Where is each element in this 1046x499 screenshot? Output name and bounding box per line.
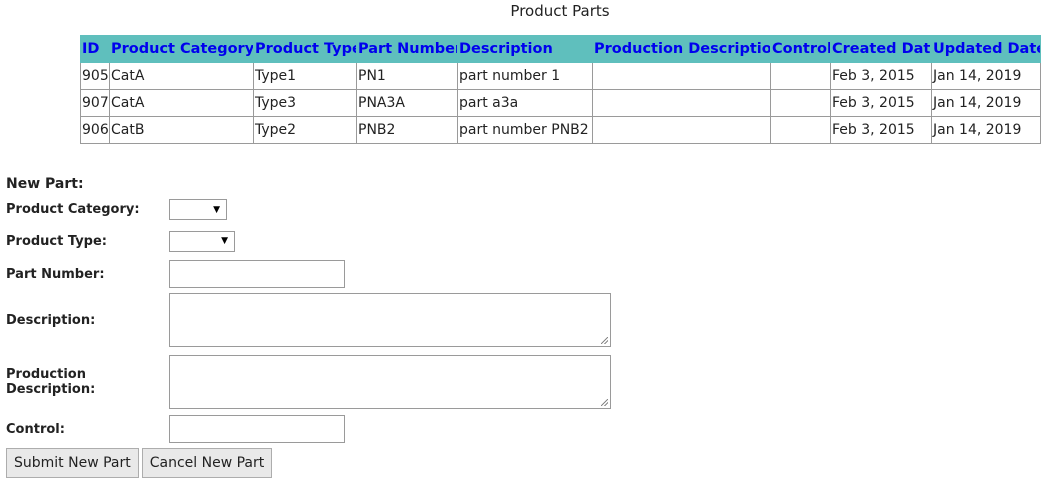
column-header-label: Description (459, 41, 553, 57)
part-number-label: Part Number: (6, 266, 105, 282)
column-header-label: Control (772, 41, 831, 57)
page-title: Product Parts (510, 2, 610, 20)
cancel-new-part-button[interactable]: Cancel New Part (141, 448, 273, 478)
column-header-product-category[interactable]: Product Category↑ (109, 35, 254, 63)
caret-down-icon: ▼ (213, 204, 220, 215)
cell-product-category: CatA (109, 89, 254, 117)
cell-product-category: CatB (109, 116, 254, 144)
product-category-row: Product Category: ▼ (6, 196, 706, 223)
product-category-select[interactable]: ▼ (169, 199, 227, 220)
cell-production-description (592, 116, 771, 144)
form-heading: New Part: (6, 176, 84, 192)
column-header-label: Product Type (255, 41, 357, 57)
submit-new-part-button[interactable]: Submit New Part (6, 448, 139, 478)
cell-updated-date: Jan 14, 2019 (931, 116, 1041, 144)
product-type-label: Product Type: (6, 233, 107, 249)
control-input[interactable] (169, 415, 345, 443)
cell-product-category: CatA (109, 62, 254, 90)
column-header-created-date[interactable]: Created Date (830, 35, 932, 63)
column-header-production-description[interactable]: Production Description (592, 35, 771, 63)
column-header-label: Part Number (358, 41, 458, 57)
part-number-row: Part Number: (6, 259, 706, 289)
cell-part-number: PN1 (356, 62, 458, 90)
cell-updated-date: Jan 14, 2019 (931, 89, 1041, 117)
cell-id: 905 (80, 62, 110, 90)
cell-control (770, 89, 831, 117)
production-description-row: Production Description: (6, 351, 706, 413)
column-header-label: ID (82, 41, 100, 57)
resize-handle-icon[interactable] (601, 337, 608, 344)
cell-control (770, 62, 831, 90)
caret-down-icon: ▼ (221, 236, 228, 246)
table-header-row: ID Product Category↑ Product Type Part N… (80, 35, 1041, 63)
cell-created-date: Feb 3, 2015 (830, 62, 932, 90)
cell-id: 907 (80, 89, 110, 117)
cell-product-type: Type1 (253, 62, 357, 90)
cell-description: part number PNB2 (457, 116, 593, 144)
product-type-select[interactable]: ▼ (169, 230, 235, 252)
production-description-textarea[interactable] (169, 355, 611, 409)
part-number-input[interactable] (169, 260, 345, 288)
description-row: Description: (6, 289, 706, 351)
column-header-label: Product Category (111, 41, 254, 57)
control-row: Control: (6, 413, 706, 445)
cell-updated-date: Jan 14, 2019 (931, 62, 1041, 90)
column-header-id[interactable]: ID (80, 35, 110, 63)
cell-product-type: Type2 (253, 116, 357, 144)
product-parts-table: ID Product Category↑ Product Type Part N… (80, 35, 1041, 144)
cell-description: part a3a (457, 89, 593, 117)
control-label: Control: (6, 421, 65, 437)
column-header-part-number[interactable]: Part Number (356, 35, 458, 63)
table-row[interactable]: 906 CatB Type2 PNB2 part number PNB2 Feb… (80, 116, 1041, 144)
product-category-label: Product Category: (6, 202, 140, 217)
cell-description: part number 1 (457, 62, 593, 90)
resize-handle-icon[interactable] (601, 399, 608, 406)
form-actions: Submit New Part Cancel New Part (6, 448, 706, 478)
production-description-label: Production Description: (6, 367, 96, 397)
column-header-label: Created Date (832, 41, 932, 57)
table-row[interactable]: 905 CatA Type1 PN1 part number 1 Feb 3, … (80, 62, 1041, 90)
new-part-form: New Part: Product Category: ▼ Product Ty… (6, 176, 706, 478)
table-row[interactable]: 907 CatA Type3 PNA3A part a3a Feb 3, 201… (80, 89, 1041, 117)
column-header-updated-date[interactable]: Updated Date (931, 35, 1041, 63)
cell-id: 906 (80, 116, 110, 144)
description-textarea[interactable] (169, 293, 611, 347)
description-label: Description: (6, 312, 96, 328)
cell-production-description (592, 89, 771, 117)
cell-product-type: Type3 (253, 89, 357, 117)
product-type-row: Product Type: ▼ (6, 223, 706, 259)
cell-created-date: Feb 3, 2015 (830, 116, 932, 144)
column-header-label: Production Description (594, 41, 771, 57)
column-header-product-type[interactable]: Product Type (253, 35, 357, 63)
cell-part-number: PNA3A (356, 89, 458, 117)
column-header-control[interactable]: Control (770, 35, 831, 63)
cell-control (770, 116, 831, 144)
column-header-description[interactable]: Description (457, 35, 593, 63)
cell-created-date: Feb 3, 2015 (830, 89, 932, 117)
cell-production-description (592, 62, 771, 90)
column-header-label: Updated Date (933, 41, 1041, 57)
cell-part-number: PNB2 (356, 116, 458, 144)
